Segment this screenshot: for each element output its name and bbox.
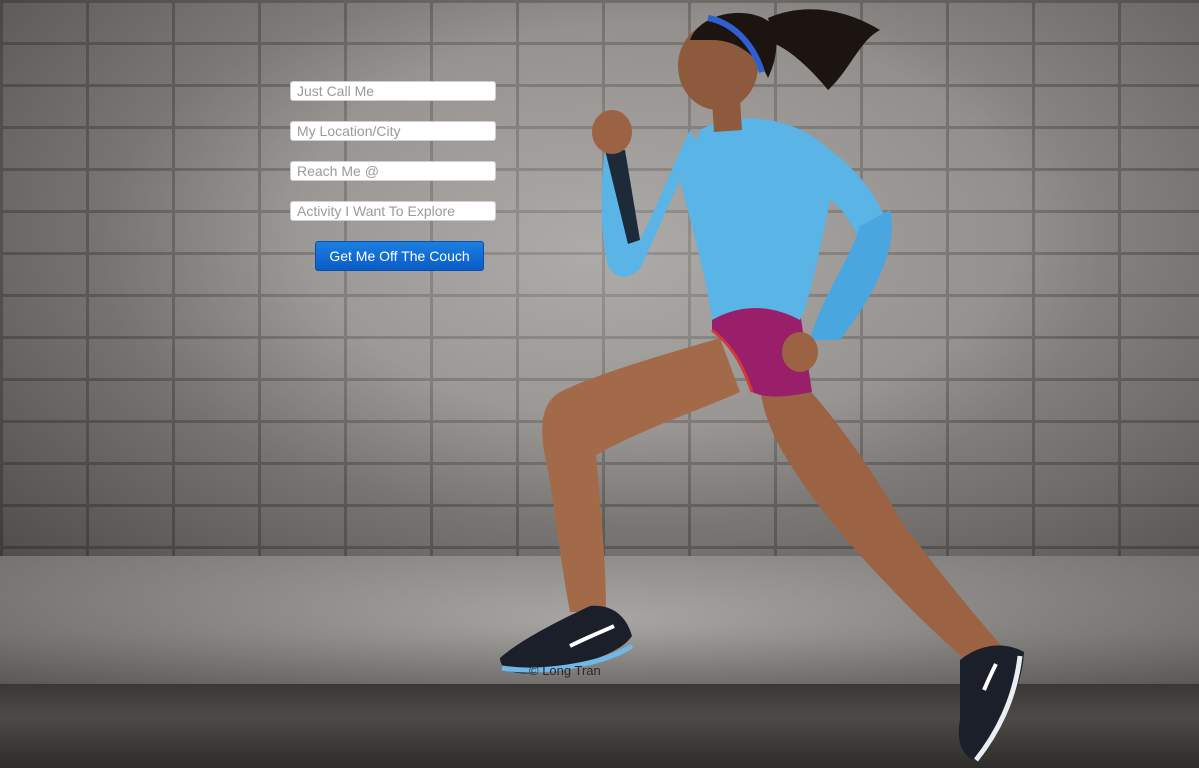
contact-input[interactable] bbox=[290, 161, 496, 181]
submit-button[interactable]: Get Me Off The Couch bbox=[315, 241, 484, 271]
name-input[interactable] bbox=[290, 81, 496, 101]
runner-photo bbox=[500, 9, 1024, 762]
background-photo bbox=[0, 0, 1199, 768]
photo-credit: © Long Tran bbox=[529, 663, 601, 678]
location-input[interactable] bbox=[290, 121, 496, 141]
activity-input[interactable] bbox=[290, 201, 496, 221]
